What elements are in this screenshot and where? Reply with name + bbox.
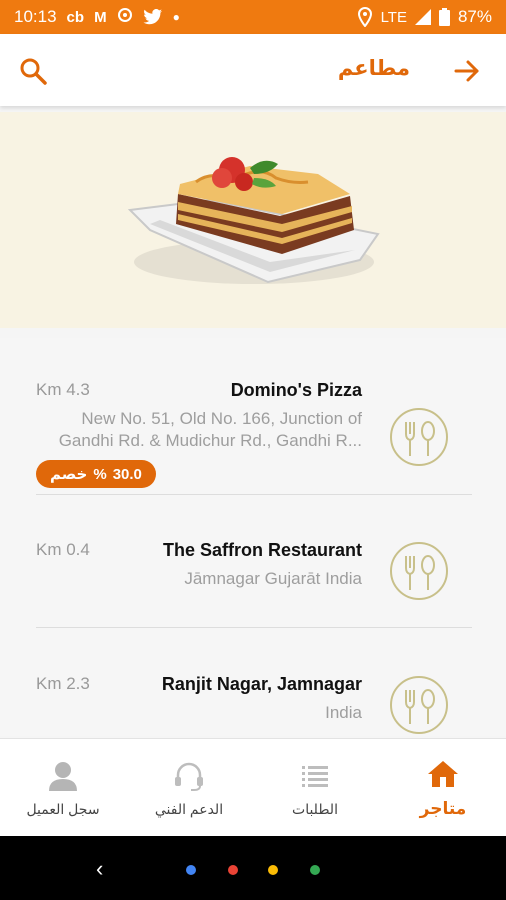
restaurant-card[interactable]: Km 4.3 Domino's Pizza New No. 51, Old No… <box>36 380 472 490</box>
discount-percent: % <box>93 465 107 483</box>
discount-badge: خصم % 30.0 <box>36 460 156 488</box>
network-label: LTE <box>380 8 407 26</box>
nav-label-support: الدعم الفني <box>154 800 224 817</box>
status-time: 10:13 <box>14 7 57 26</box>
restaurant-name: Domino's Pizza <box>230 380 362 400</box>
restaurant-name: Ranjit Nagar, Jamnagar <box>161 674 362 694</box>
assistant-dot-yellow[interactable] <box>268 865 278 875</box>
restaurant-logo-icon <box>390 542 448 600</box>
location-notification-icon <box>117 8 132 22</box>
app-bar: مطاعم <box>0 34 506 106</box>
distance-label: Km 4.3 <box>36 380 90 399</box>
list-icon <box>302 765 328 787</box>
page-title: مطاعم <box>337 57 410 80</box>
divider <box>36 494 472 495</box>
restaurant-list[interactable]: Km 4.3 Domino's Pizza New No. 51, Old No… <box>0 338 506 736</box>
discount-value: 30.0 <box>112 465 142 483</box>
hero-banner <box>0 112 506 328</box>
cb-icon: cb <box>66 8 85 26</box>
more-dot-icon: ● <box>172 10 180 24</box>
twitter-icon <box>143 9 162 25</box>
search-icon[interactable] <box>18 56 48 86</box>
distance-label: Km 0.4 <box>36 540 90 559</box>
nav-label-account: سجل العميل <box>26 800 100 817</box>
restaurant-card[interactable]: Km 0.4 The Saffron Restaurant Jāmnagar G… <box>36 540 472 610</box>
restaurant-address: India <box>325 703 362 722</box>
discount-label: خصم <box>50 466 88 483</box>
nav-item-support[interactable]: الدعم الفني <box>126 739 252 837</box>
distance-label: Km 2.3 <box>36 674 90 693</box>
restaurant-card[interactable]: Km 2.3 Ranjit Nagar, Jamnagar India <box>36 674 472 736</box>
battery-level: 87% <box>457 7 492 26</box>
person-icon <box>49 761 77 791</box>
nav-item-account[interactable]: سجل العميل <box>0 739 126 837</box>
system-back-icon[interactable]: ‹ <box>96 856 103 882</box>
nav-label-stores: متاجر <box>419 799 467 818</box>
assistant-dot-red[interactable] <box>228 865 238 875</box>
system-navigation-bar: ‹ <box>0 836 506 900</box>
status-bar: 10:13 cb M ● LTE 87% <box>0 0 506 34</box>
restaurant-address: New No. 51, Old No. 166, Junction of Gan… <box>58 409 362 450</box>
home-icon <box>428 761 458 787</box>
nav-label-orders: الطلبات <box>292 800 338 817</box>
lasagna-illustration <box>127 157 380 284</box>
restaurant-address: Jāmnagar Gujarāt India <box>184 569 362 588</box>
headset-icon <box>175 762 203 791</box>
assistant-dot-green[interactable] <box>310 865 320 875</box>
bottom-navigation: سجل العميل الدعم الفني الطلبات متاجر <box>0 738 506 836</box>
restaurant-name: The Saffron Restaurant <box>162 540 362 560</box>
nav-item-stores[interactable]: متاجر <box>380 739 506 837</box>
restaurant-logo-icon <box>390 676 448 734</box>
battery-icon <box>438 8 450 26</box>
m-icon: M <box>94 8 107 26</box>
nav-item-orders[interactable]: الطلبات <box>252 739 378 837</box>
location-icon <box>357 7 372 27</box>
restaurant-logo-icon <box>390 408 448 466</box>
assistant-dot-blue[interactable] <box>186 865 196 875</box>
divider <box>36 627 472 628</box>
arrow-forward-icon[interactable] <box>452 56 482 86</box>
signal-icon <box>414 9 431 25</box>
